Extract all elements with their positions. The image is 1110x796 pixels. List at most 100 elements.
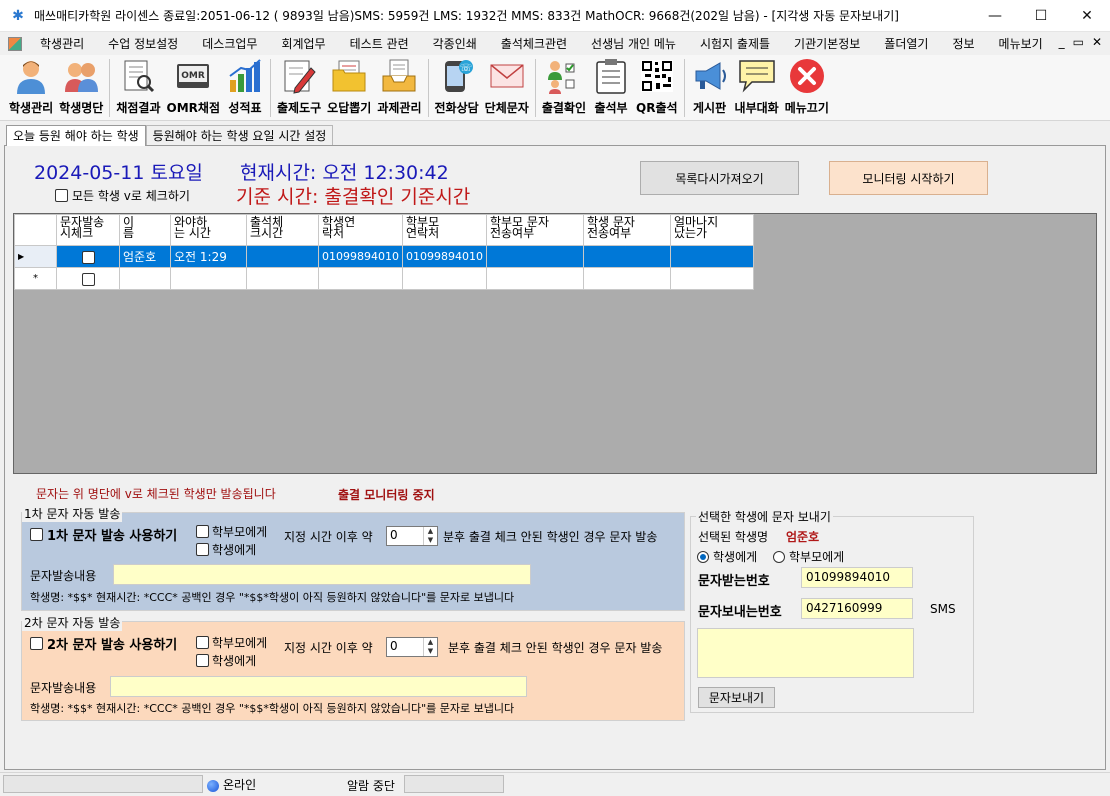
cell-empty[interactable]	[318, 267, 403, 290]
table-row[interactable]: ▶ 엄준호 오전 1:29 01099894010 01099894010	[14, 245, 754, 268]
menu-teacher[interactable]: 선생님 개인 메뉴	[579, 35, 688, 52]
phone-consult-button[interactable]: ☏ 전화상담	[432, 55, 482, 119]
menu-off-button[interactable]: 메뉴끄기	[782, 55, 832, 119]
cell-sms-check[interactable]	[56, 245, 120, 268]
col-checkin-time[interactable]: 출석체 크시간	[246, 214, 319, 246]
report-card-button[interactable]: 성적표	[223, 55, 267, 119]
menu-info[interactable]: 정보	[940, 35, 986, 52]
col-elapsed[interactable]: 얼마나지 났는가	[669, 214, 754, 246]
second-content-input[interactable]	[110, 676, 527, 697]
menu-class-info[interactable]: 수업 정보설정	[96, 35, 190, 52]
radio-to-student[interactable]: 학생에게	[697, 548, 757, 565]
menu-accounting[interactable]: 회계업무	[269, 35, 337, 52]
tab-today-students[interactable]: 오늘 등원 해야 하는 학생	[6, 125, 146, 146]
assignment-button[interactable]: 과제관리	[374, 55, 424, 119]
question-tool-button[interactable]: 출제도구	[274, 55, 324, 119]
col-parent-sent[interactable]: 학부모 문자 전송여부	[485, 214, 584, 246]
recv-number-input[interactable]: 01099894010	[801, 567, 913, 588]
first-enable-checkbox[interactable]	[30, 528, 43, 541]
col-due-time[interactable]: 와야하 는 시간	[170, 214, 247, 246]
cell-sms-check[interactable]	[56, 267, 120, 290]
menu-org-info[interactable]: 기관기본정보	[782, 35, 872, 52]
first-student-checkbox[interactable]	[196, 543, 209, 556]
close-button[interactable]: ✕	[1064, 0, 1110, 32]
first-parent-option[interactable]: 학부모에게	[196, 523, 267, 540]
minimize-button[interactable]: —	[972, 0, 1018, 32]
second-parent-option[interactable]: 학부모에게	[196, 634, 267, 651]
start-monitoring-button[interactable]: 모니터링 시작하기	[829, 161, 988, 195]
cell-elapsed[interactable]	[669, 245, 754, 268]
cell-checkin[interactable]	[246, 245, 319, 268]
board-button[interactable]: 게시판	[688, 55, 732, 119]
message-textarea[interactable]	[697, 628, 914, 678]
send-number-label: 문자보내는번호	[698, 605, 782, 620]
attendance-check-button[interactable]: 출결확인	[539, 55, 589, 119]
cell-due[interactable]: 오전 1:29	[170, 245, 247, 268]
col-student-sent[interactable]: 학생 문자 전송여부	[582, 214, 671, 246]
col-student-phone[interactable]: 학생연 락처	[318, 214, 403, 246]
cell-empty[interactable]	[119, 267, 171, 290]
cell-empty[interactable]	[246, 267, 319, 290]
radio-student-icon[interactable]	[697, 550, 709, 563]
menu-view[interactable]: 메뉴보기	[987, 35, 1055, 52]
first-student-option[interactable]: 학생에게	[196, 541, 256, 558]
second-student-checkbox[interactable]	[196, 654, 209, 667]
menu-print[interactable]: 각종인쇄	[421, 35, 489, 52]
table-new-row[interactable]: *	[14, 267, 754, 290]
maximize-button[interactable]: ☐	[1018, 0, 1064, 32]
second-enable-checkbox[interactable]	[30, 637, 43, 650]
mdi-close-button[interactable]: ✕	[1092, 35, 1102, 49]
student-list-button[interactable]: 학생명단	[56, 55, 106, 119]
cell-empty[interactable]	[582, 267, 671, 290]
mdi-restore-button[interactable]: ▭	[1073, 35, 1084, 49]
first-parent-checkbox[interactable]	[196, 525, 209, 538]
radio-to-parent[interactable]: 학부모에게	[773, 548, 844, 565]
second-student-option[interactable]: 학생에게	[196, 652, 256, 669]
student-grid[interactable]: 문자발송 시체크 이 름 와야하 는 시간 출석체 크시간 학생연 락처 학부모…	[13, 213, 1097, 474]
group-sms-button[interactable]: 단체문자	[482, 55, 532, 119]
grading-result-button[interactable]: 채점결과	[113, 55, 163, 119]
row-checkbox[interactable]	[81, 272, 95, 286]
student-manage-button[interactable]: 학생관리	[6, 55, 56, 119]
menu-student[interactable]: 학생관리	[28, 35, 96, 52]
col-sms-check[interactable]: 문자발송 시체크	[56, 214, 120, 246]
internal-chat-button[interactable]: 내부대화	[732, 55, 782, 119]
menu-test[interactable]: 테스트 관련	[338, 35, 421, 52]
cell-student-phone[interactable]: 01099894010	[318, 245, 403, 268]
reload-list-button[interactable]: 목록다시가져오기	[640, 161, 799, 195]
first-content-input[interactable]	[113, 564, 531, 585]
send-number-input[interactable]: 0427160999	[801, 598, 913, 619]
second-parent-checkbox[interactable]	[196, 636, 209, 649]
row-checkbox[interactable]	[81, 250, 95, 264]
cell-empty[interactable]	[669, 267, 754, 290]
cell-parent-sent[interactable]	[485, 245, 584, 268]
check-all-option[interactable]: 모든 학생 v로 체크하기	[55, 187, 190, 204]
qr-attendance-button[interactable]: QR출석	[633, 55, 681, 119]
tab-schedule-settings[interactable]: 등원해야 하는 학생 요일 시간 설정	[145, 125, 334, 145]
cell-student-sent[interactable]	[582, 245, 671, 268]
cell-empty[interactable]	[485, 267, 584, 290]
check-all-checkbox[interactable]	[55, 189, 68, 202]
stepper-arrows-icon[interactable]: ▲ ▼	[423, 638, 437, 656]
wrong-answer-button[interactable]: 오답뽑기	[324, 55, 374, 119]
second-minutes-stepper[interactable]: 0 ▲ ▼	[386, 637, 438, 657]
menu-desk[interactable]: 데스크업무	[190, 35, 269, 52]
col-name[interactable]: 이 름	[119, 214, 171, 246]
menu-attendance[interactable]: 출석체크관련	[489, 35, 579, 52]
cell-name[interactable]: 엄준호	[119, 245, 171, 268]
mdi-minimize-button[interactable]: _	[1059, 35, 1065, 49]
first-minutes-stepper[interactable]: 0 ▲ ▼	[386, 526, 438, 546]
menu-folder[interactable]: 폴더열기	[872, 35, 940, 52]
cell-empty[interactable]	[170, 267, 247, 290]
radio-parent-icon[interactable]	[773, 550, 785, 563]
first-enable-option[interactable]: 1차 문자 발송 사용하기	[30, 525, 177, 544]
omr-grading-button[interactable]: OMR OMR채점	[164, 55, 223, 119]
stepper-arrows-icon[interactable]: ▲ ▼	[423, 527, 437, 545]
send-sms-button[interactable]: 문자보내기	[698, 687, 775, 708]
col-parent-phone[interactable]: 학부모 연락처	[401, 214, 487, 246]
cell-empty[interactable]	[401, 267, 487, 290]
attendance-book-button[interactable]: 출석부	[589, 55, 633, 119]
second-enable-option[interactable]: 2차 문자 발송 사용하기	[30, 634, 177, 653]
cell-parent-phone[interactable]: 01099894010	[401, 245, 487, 268]
menu-exam[interactable]: 시험지 출제틀	[688, 35, 782, 52]
